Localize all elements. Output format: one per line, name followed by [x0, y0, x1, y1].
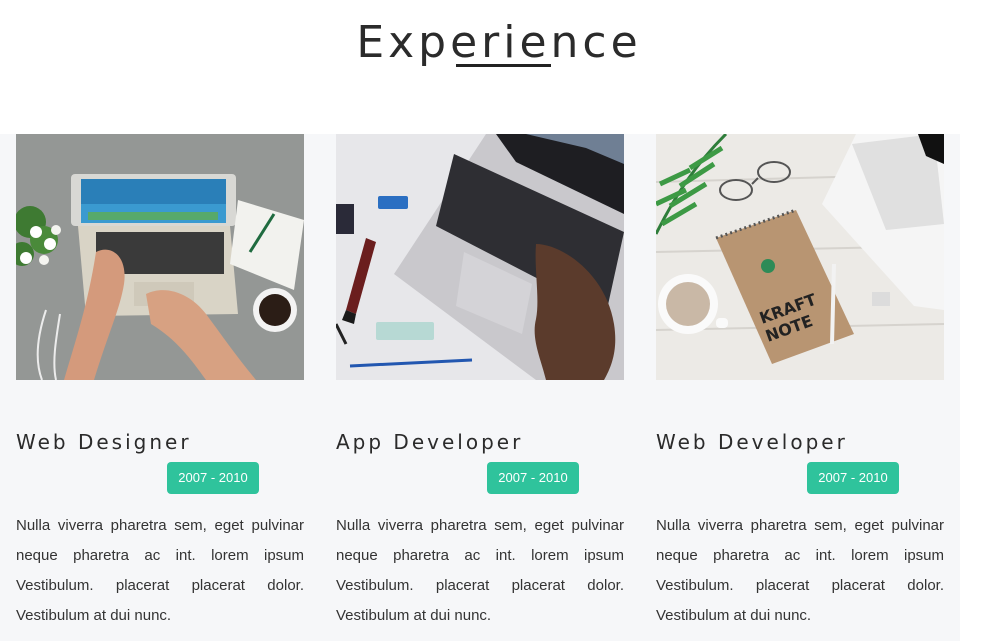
card-description: Nulla viverra pharetra sem, eget pulvina…	[336, 517, 624, 624]
experience-card-web-designer: Web Designer 2007 - 2010 Nulla viverra p…	[16, 134, 304, 624]
card-description: Nulla viverra pharetra sem, eget pulvina…	[16, 517, 304, 624]
experience-card-app-developer: App Developer 2007 - 2010 Nulla viverra …	[336, 134, 624, 624]
card-description: Nulla viverra pharetra sem, eget pulvina…	[656, 517, 944, 624]
date-badge: 2007 - 2010	[807, 462, 899, 494]
notebook-desk-photo: KRAFT NOTE	[656, 134, 944, 380]
laptop-typing-photo	[16, 134, 304, 380]
card-title: Web Designer	[16, 430, 192, 454]
title-underline	[456, 64, 551, 67]
experience-card-web-developer: KRAFT NOTE Web Developer 2007 - 2010 Nul…	[656, 134, 944, 624]
date-badge: 2007 - 2010	[167, 462, 259, 494]
laptop-desk-photo	[336, 134, 624, 380]
card-title: App Developer	[336, 430, 524, 454]
card-title: Web Developer	[656, 430, 848, 454]
experience-page: Experience Web Designer 2007 - 2010 Null…	[0, 0, 998, 641]
date-badge: 2007 - 2010	[487, 462, 579, 494]
